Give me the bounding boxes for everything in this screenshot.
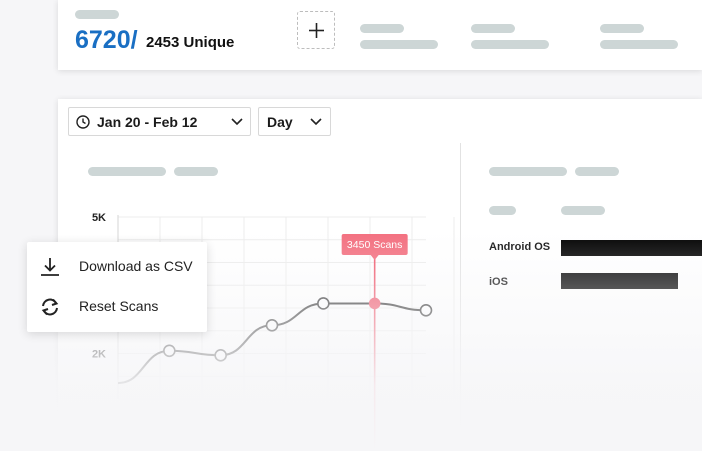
chart-context-menu: Download as CSV Reset Scans xyxy=(27,242,207,332)
skeleton-bar xyxy=(489,206,516,215)
skeleton-bar xyxy=(575,167,619,176)
plus-icon xyxy=(309,23,324,38)
data-point[interactable] xyxy=(214,349,227,362)
tooltip-pointer xyxy=(370,255,379,260)
platform-bar-ios xyxy=(561,273,678,289)
platform-label-android: Android OS xyxy=(489,241,551,253)
platform-bar-android xyxy=(561,240,702,256)
data-point[interactable] xyxy=(265,318,279,332)
data-point[interactable] xyxy=(317,297,330,310)
skeleton-bar xyxy=(471,40,549,49)
data-point[interactable] xyxy=(163,344,176,358)
menu-item-label: Download as CSV xyxy=(79,258,193,274)
skeleton-bar xyxy=(75,10,119,19)
download-csv-menu-item[interactable]: Download as CSV xyxy=(27,246,207,286)
panel-divider xyxy=(460,143,461,451)
data-point[interactable] xyxy=(419,303,433,317)
skeleton-bar xyxy=(489,167,567,176)
reset-scans-menu-item[interactable]: Reset Scans xyxy=(27,286,207,326)
skeleton-bar xyxy=(360,40,438,49)
skeleton-bar xyxy=(600,40,678,49)
skeleton-bar xyxy=(471,24,515,33)
skeleton-bar xyxy=(360,24,404,33)
skeleton-bar xyxy=(561,206,605,215)
menu-item-label: Reset Scans xyxy=(79,298,159,314)
download-icon xyxy=(41,258,59,276)
skeleton-bar xyxy=(600,24,644,33)
y-tick-label: 5K xyxy=(92,212,106,224)
y-tick-label: 2K xyxy=(92,349,106,361)
total-scans-count: 6720/ xyxy=(75,26,138,54)
refresh-icon xyxy=(41,298,59,316)
summary-card: 6720/ 2453 Unique xyxy=(58,0,702,70)
platform-label-ios: iOS xyxy=(489,276,508,288)
tooltip-label: 3450 Scans xyxy=(347,239,402,251)
add-widget-button[interactable] xyxy=(297,11,335,49)
unique-scans-count: 2453 Unique xyxy=(146,34,235,51)
